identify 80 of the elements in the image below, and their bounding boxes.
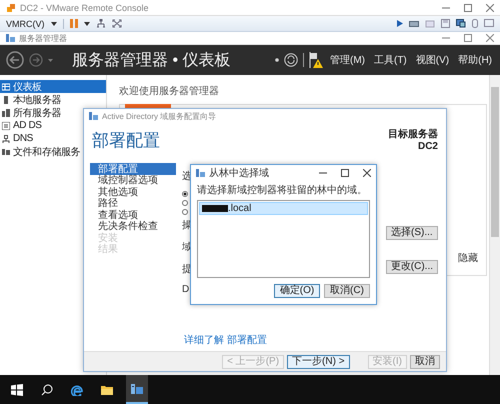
menu-item[interactable]: 视图(V)	[414, 53, 452, 67]
server-manager-icon	[131, 382, 143, 394]
target-server-name: DC2	[418, 141, 438, 152]
menu-item[interactable]: 管理(M)	[328, 53, 367, 67]
wizard-step[interactable]: 部署配置	[90, 163, 176, 174]
maximize-icon[interactable]	[464, 4, 472, 12]
dashboard-icon	[2, 82, 10, 90]
server-manager-icon	[6, 34, 15, 42]
wizard-step[interactable]: 先决条件检查	[90, 220, 176, 232]
refresh-icon[interactable]	[284, 53, 298, 67]
sidebar-item[interactable]: 本地服务器	[0, 93, 64, 106]
dialog-title: 从林中选择域	[209, 166, 270, 180]
menu-item[interactable]: 帮助(H)	[456, 53, 494, 67]
caret-icon[interactable]	[84, 22, 90, 26]
help-link[interactable]: 详细了解 部署配置	[84, 333, 446, 351]
dialog-prompt: 请选择新域控制器将驻留的林中的域。	[197, 184, 368, 197]
domain-list[interactable]: .local	[197, 200, 370, 278]
maximize-icon[interactable]	[341, 169, 349, 177]
network-icon	[2, 134, 10, 142]
wizard-step: 结果	[90, 244, 176, 255]
dialog-icon	[196, 169, 205, 177]
page-title: 服务器管理器 • 仪表板	[72, 50, 232, 70]
sidebar-item[interactable]: 所有服务器	[0, 106, 64, 119]
scrollbar[interactable]	[489, 75, 500, 377]
folder-icon	[101, 384, 113, 396]
domain-item[interactable]: .local	[228, 203, 252, 214]
wizard-button: < 上一步(P)	[222, 354, 284, 368]
wizard-step[interactable]: 路径	[90, 198, 176, 209]
wizard-step: 安装	[90, 232, 176, 244]
arrow-icon[interactable]	[397, 20, 403, 27]
fullscreen-icon[interactable]	[112, 19, 122, 28]
menu-item[interactable]: 工具(T)	[372, 53, 409, 67]
radio-button[interactable]	[182, 191, 188, 197]
select-button[interactable]: 选择(S)...	[386, 226, 438, 240]
drive-icon[interactable]	[409, 20, 419, 28]
flag-warning-icon[interactable]	[308, 52, 323, 68]
back-icon[interactable]	[6, 51, 24, 69]
browser-icon	[71, 384, 83, 396]
change-button[interactable]: 更改(C)...	[386, 260, 438, 274]
sidebar-item[interactable]: 文件和存储服务	[0, 145, 82, 158]
redaction-bar	[202, 205, 228, 212]
wizard-icon	[89, 112, 98, 120]
caret-icon[interactable]	[50, 22, 56, 26]
servers-icon	[2, 108, 10, 116]
vmrc-menu[interactable]: VMRC(V)	[6, 18, 44, 28]
radio-button[interactable]	[182, 209, 188, 215]
dropdown-dot-icon[interactable]	[274, 58, 279, 62]
network-icon[interactable]	[96, 18, 106, 28]
storage-icon	[2, 148, 10, 156]
window-title: DC2 - VMware Remote Console	[20, 2, 150, 12]
window-title: Active Directory 域服务配置向导	[102, 110, 216, 122]
floppy-icon[interactable]	[441, 19, 450, 28]
wizard-step[interactable]: 其他选项	[90, 186, 176, 198]
search-icon	[41, 384, 53, 396]
welcome-heading: 欢迎使用服务器管理器	[119, 84, 220, 98]
hide-link[interactable]: 隐藏	[458, 251, 478, 265]
monitor-icon[interactable]	[456, 19, 466, 28]
dialog-button[interactable]: 取消(C)	[324, 284, 370, 298]
wizard-step[interactable]: 域控制器选项	[90, 174, 176, 186]
wizard-button: 安装(I)	[368, 354, 407, 368]
directory-icon	[2, 122, 10, 130]
sidebar-item[interactable]: 仪表板	[0, 80, 106, 93]
close-icon[interactable]	[486, 4, 494, 12]
wizard-heading: 部署配置	[92, 130, 160, 152]
sidebar-item[interactable]: AD DS	[0, 119, 44, 132]
forward-icon[interactable]	[29, 53, 43, 67]
option-label: D	[182, 284, 190, 295]
wizard-step[interactable]: 查看选项	[90, 209, 176, 220]
windows-logo-icon	[11, 384, 23, 396]
dialog-button[interactable]: 确定(O)	[274, 284, 320, 298]
radio-button[interactable]	[182, 200, 188, 206]
wizard-button[interactable]: 取消	[410, 354, 440, 368]
pause-icon[interactable]	[70, 19, 78, 28]
sidebar-item[interactable]: DNS	[0, 132, 35, 145]
server-icon	[2, 96, 10, 104]
target-server-label: 目标服务器	[388, 128, 438, 141]
window-title: 服务器管理器	[19, 32, 68, 44]
wizard-button[interactable]: 下一步(N) >	[287, 354, 350, 368]
close-icon[interactable]	[363, 169, 371, 177]
vmware-logo-icon	[6, 2, 16, 12]
